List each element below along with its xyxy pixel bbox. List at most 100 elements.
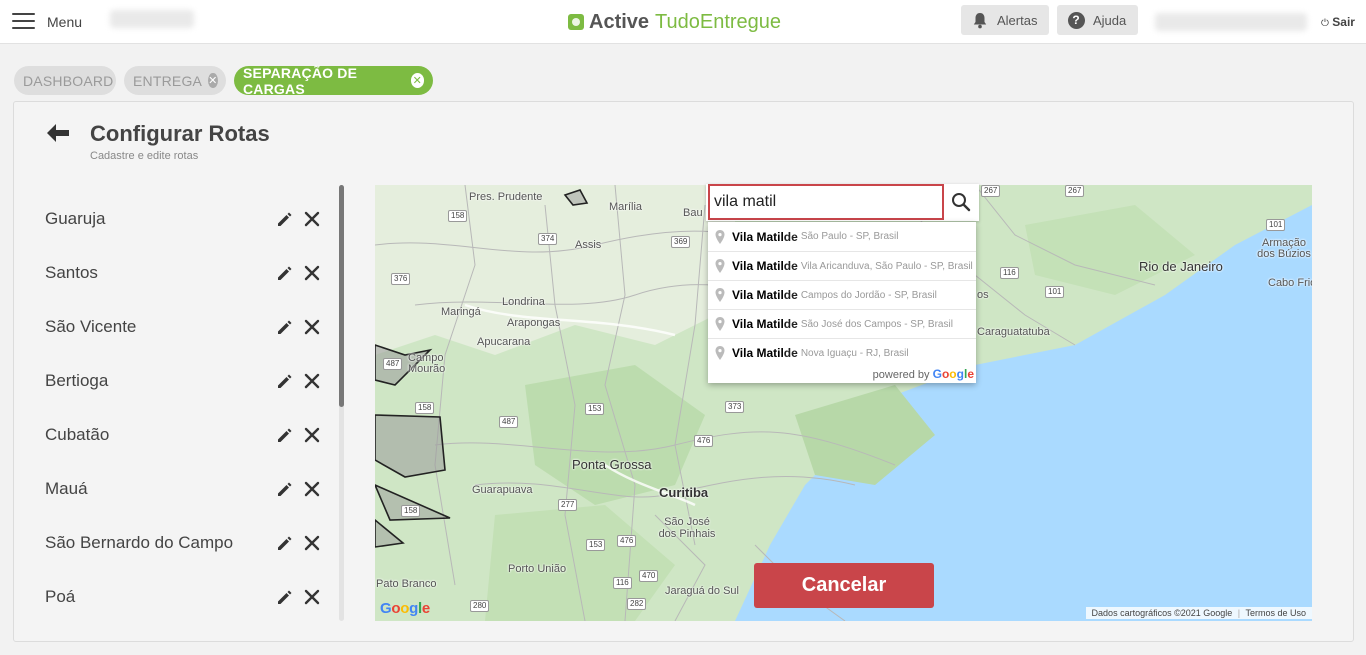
edit-icon[interactable] (276, 534, 294, 552)
delete-icon[interactable] (304, 211, 320, 227)
road-shield: 487 (383, 358, 403, 370)
map-city-label: Londrina (502, 296, 545, 308)
edit-icon[interactable] (276, 210, 294, 228)
road-shield: 277 (558, 499, 578, 511)
delete-icon[interactable] (304, 373, 320, 389)
map-city-label: Armação dos Búzios (1257, 237, 1311, 260)
map-city-label: Campo Mourão (408, 352, 446, 375)
route-item[interactable]: São Bernardo do Campo (45, 528, 320, 558)
edit-icon[interactable] (276, 426, 294, 444)
map-city-label: os (977, 289, 989, 301)
redacted-user (1155, 13, 1307, 31)
edit-icon[interactable] (276, 372, 294, 390)
brand-light: TudoEntregue (655, 10, 782, 33)
suggestion-secondary: São José dos Campos - SP, Brasil (800, 318, 953, 330)
suggestion-match: Vila Matil (732, 259, 784, 273)
powered-by-google: powered by Google (872, 367, 974, 381)
tab-dashboard[interactable]: DASHBOARD (14, 66, 116, 95)
autocomplete-suggestion[interactable]: Vila Matil de São Paulo - SP, Brasil (708, 222, 976, 251)
route-name: Bertioga (45, 371, 109, 390)
redacted-company (110, 10, 194, 28)
hamburger-menu-icon[interactable] (12, 13, 35, 29)
route-item[interactable]: Cubatão (45, 420, 320, 450)
route-item[interactable]: Poá (45, 582, 320, 612)
map-city-label: Pato Branco (376, 578, 437, 590)
suggestion-rest: de (783, 346, 798, 360)
suggestion-match: Vila Matil (732, 288, 784, 302)
map-city-label: Arapongas (507, 317, 561, 329)
route-item[interactable]: Bertioga (45, 366, 320, 396)
bell-icon (971, 11, 989, 29)
edit-icon[interactable] (276, 264, 294, 282)
road-shield: 101 (1266, 219, 1286, 231)
route-item[interactable]: Mauá (45, 474, 320, 504)
tab-label: DASHBOARD (23, 72, 114, 89)
top-bar: Menu Active TudoEntregue Alertas ? Ajuda… (0, 0, 1366, 44)
route-list-scrollbar-thumb[interactable] (339, 185, 344, 407)
delete-icon[interactable] (304, 535, 320, 551)
map-city-label: Jaraguá do Sul (665, 585, 739, 597)
edit-icon[interactable] (276, 318, 294, 336)
map-city-label: Rio de Janeiro (1139, 259, 1223, 274)
route-name: Guaruja (45, 209, 106, 228)
close-tab-icon[interactable]: ✕ (410, 73, 424, 88)
alerts-button[interactable]: Alertas (961, 5, 1049, 35)
road-shield: 470 (639, 570, 659, 582)
suggestion-secondary: Campos do Jordão - SP, Brasil (800, 289, 937, 301)
back-arrow-icon[interactable] (46, 123, 70, 143)
edit-icon[interactable] (276, 480, 294, 498)
menu-label[interactable]: Menu (47, 14, 82, 30)
autocomplete-suggestion[interactable]: Vila Matil de Vila Aricanduva, São Paulo -… (708, 251, 976, 280)
delete-icon[interactable] (304, 319, 320, 335)
delete-icon[interactable] (304, 265, 320, 281)
search-icon[interactable] (950, 191, 972, 213)
road-shield: 476 (694, 435, 714, 447)
suggestion-secondary: São Paulo - SP, Brasil (800, 231, 899, 242)
map-pin-icon (715, 259, 725, 273)
road-shield: 267 (1065, 185, 1085, 197)
road-shield: 116 (613, 577, 632, 589)
road-shield: 101 (1045, 286, 1065, 298)
brand-logo[interactable]: Active TudoEntregue (568, 10, 781, 34)
delete-icon[interactable] (304, 589, 320, 605)
road-shield: 116 (1000, 267, 1019, 279)
route-item[interactable]: Guaruja (45, 204, 320, 234)
cancel-button[interactable]: Cancelar (754, 563, 934, 608)
suggestion-match: Vila Matil (732, 317, 784, 331)
edit-icon[interactable] (276, 588, 294, 606)
road-shield: 373 (725, 401, 745, 413)
route-name: São Vicente (45, 317, 137, 336)
address-search-input[interactable] (708, 184, 944, 220)
tab-separacao-de-cargas[interactable]: SEPARAÇÃO DE CARGAS ✕ (234, 64, 433, 97)
google-logo[interactable]: Google (380, 600, 430, 617)
logout-link[interactable]: ⏻ Sair (1321, 15, 1355, 29)
brand-bold: Active (589, 10, 650, 33)
autocomplete-suggestion[interactable]: Vila Matil de Campos do Jordão - SP, Brasi… (708, 280, 976, 309)
road-shield: 158 (415, 402, 435, 414)
route-item[interactable]: Santos (45, 258, 320, 288)
help-icon: ? (1067, 11, 1085, 29)
map-city-label: Apucarana (477, 336, 531, 348)
road-shield: 374 (538, 233, 558, 245)
map-city-label: Ponta Grossa (572, 457, 652, 472)
delete-icon[interactable] (304, 427, 320, 443)
route-item[interactable]: São Vicente (45, 312, 320, 342)
help-button[interactable]: ? Ajuda (1057, 5, 1138, 35)
alerts-label: Alertas (997, 12, 1038, 28)
powered-by-text: powered by (872, 369, 930, 381)
terms-link[interactable]: Termos de Uso (1245, 608, 1306, 618)
tab-label: SEPARAÇÃO DE CARGAS (243, 64, 358, 97)
map-attribution: Dados cartográficos ©2021 Google | Termo… (1085, 607, 1312, 619)
map-city-label: Guarapuava (472, 484, 533, 496)
delete-icon[interactable] (304, 481, 320, 497)
suggestion-secondary: Vila Aricanduva, São Paulo - SP, Brasil (800, 260, 973, 272)
attribution-text: Dados cartográficos ©2021 Google (1091, 608, 1233, 618)
suggestion-rest: de (783, 288, 798, 302)
map-city-label: Marília (609, 201, 643, 213)
logout-label: Sair (1332, 15, 1355, 29)
close-tab-icon[interactable]: ✕ (208, 73, 218, 88)
autocomplete-suggestion[interactable]: Vila Matil de Nova Iguaçu - RJ, Brasil (708, 338, 976, 367)
road-shield: 158 (401, 505, 421, 517)
tab-entrega[interactable]: ENTREGA ✕ (124, 66, 226, 95)
autocomplete-suggestion[interactable]: Vila Matil de São José dos Campos - SP, Br… (708, 309, 976, 338)
